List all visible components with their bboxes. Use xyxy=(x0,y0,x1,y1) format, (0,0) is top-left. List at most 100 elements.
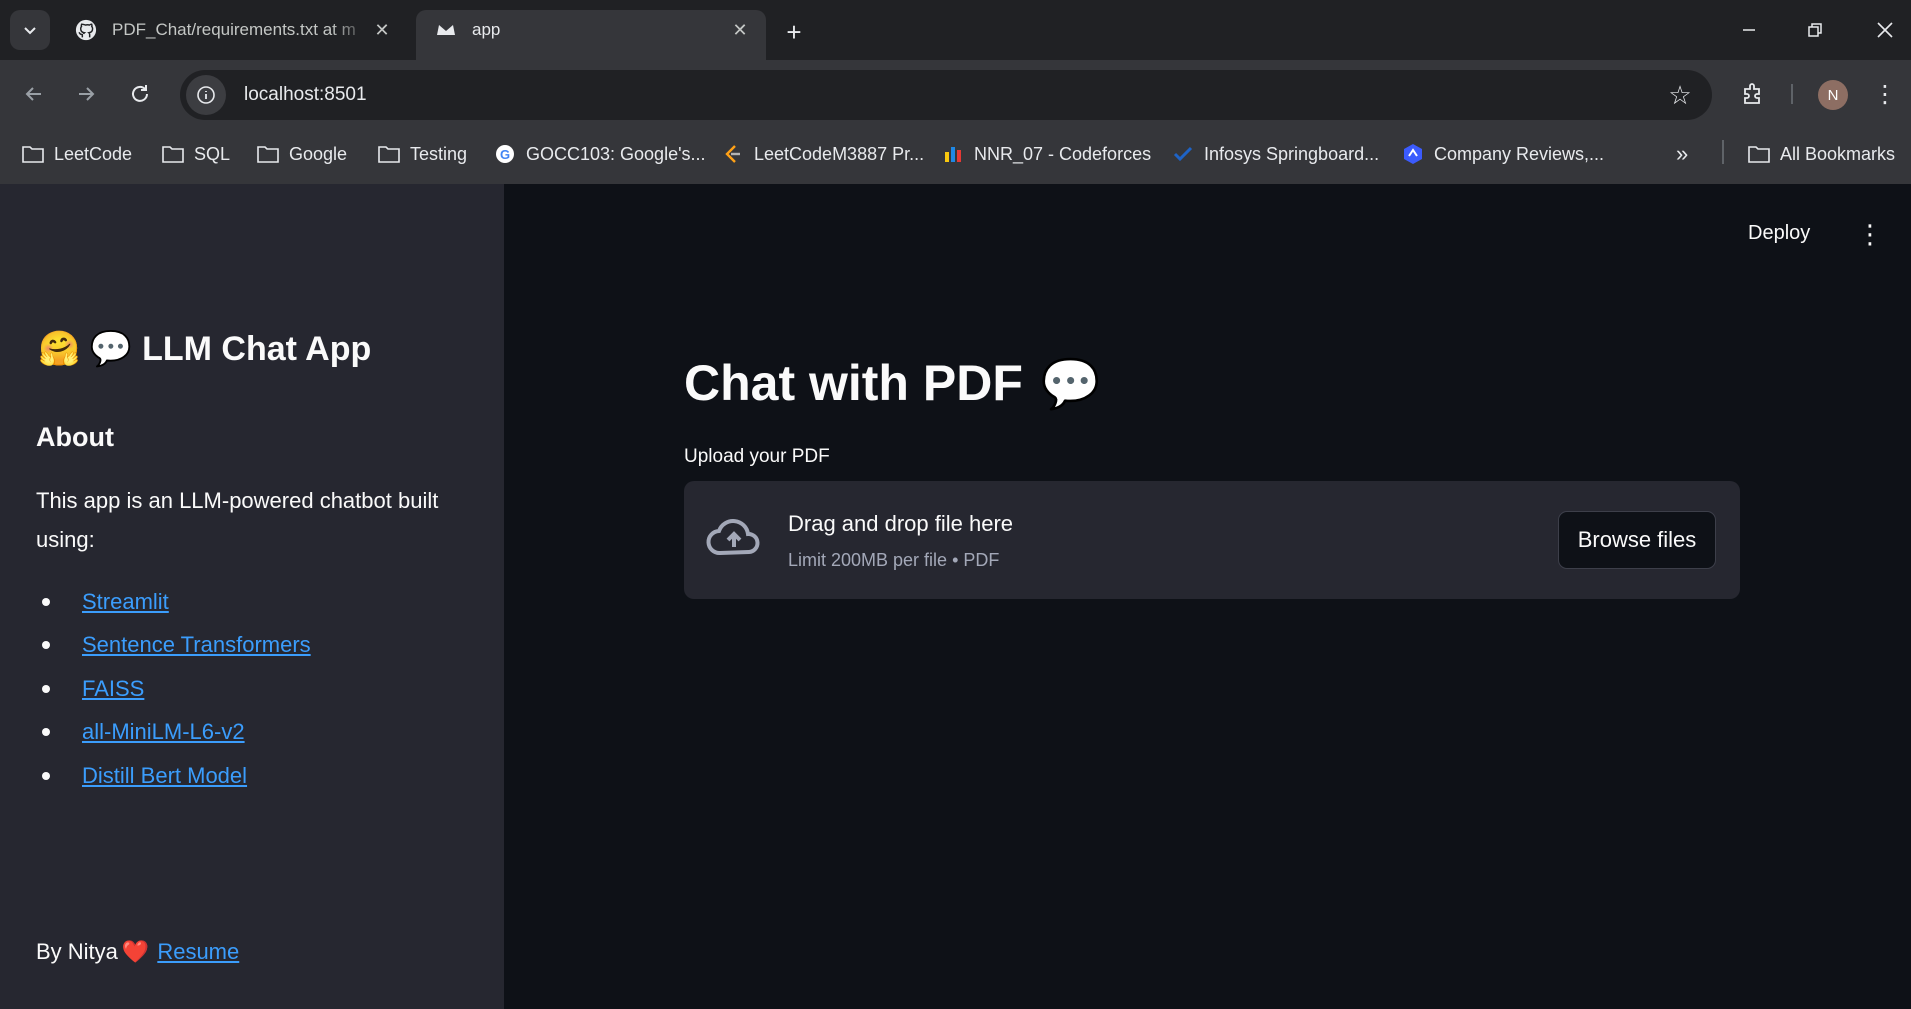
minimize-button[interactable] xyxy=(1714,0,1784,60)
reload-button[interactable] xyxy=(118,72,162,116)
folder-icon xyxy=(376,141,402,167)
chevron-down-icon xyxy=(24,27,36,35)
github-icon xyxy=(74,18,98,42)
streamlit-icon xyxy=(434,18,458,42)
close-icon xyxy=(1877,22,1893,38)
bookmark-label: Testing xyxy=(410,143,468,164)
speech-bubble-emoji: 💬 xyxy=(1040,357,1101,411)
footer-text: By Nitya xyxy=(36,939,118,964)
app-menu-icon[interactable]: ⋮ xyxy=(1857,214,1883,254)
dropzone-instructions: Drag and drop file here xyxy=(788,511,1014,536)
profile-avatar[interactable]: N xyxy=(1818,80,1848,110)
sidebar: 🤗 💬 LLM Chat App About This app is an LL… xyxy=(0,184,504,1009)
tab-title: app xyxy=(472,20,501,39)
all-bookmarks-label: All Bookmarks xyxy=(1780,143,1896,164)
folder-icon xyxy=(20,141,46,167)
page-title-text: Chat with PDF xyxy=(684,355,1023,411)
link-streamlit[interactable]: Streamlit xyxy=(82,589,169,615)
bookmark-label: GOCC103: Google's... xyxy=(526,143,706,164)
bullet xyxy=(42,684,50,693)
folder-icon xyxy=(255,141,281,167)
list-item: Streamlit xyxy=(36,580,311,624)
bookmark-item[interactable]: LeetCodeM3887 Pr... xyxy=(720,136,924,172)
upload-label: Upload your PDF xyxy=(684,446,830,467)
restore-icon xyxy=(1808,23,1822,37)
browser-tab-strip: PDF_Chat/requirements.txt at m ✕ app ✕ + xyxy=(0,0,1911,60)
bookmark-item[interactable]: G GOCC103: Google's... xyxy=(492,136,706,172)
close-tab-icon[interactable]: ✕ xyxy=(370,18,394,42)
svg-text:G: G xyxy=(500,147,510,162)
bookmark-label: Company Reviews,... xyxy=(1434,143,1605,164)
file-dropzone[interactable]: Drag and drop file here Limit 200MB per … xyxy=(684,481,1740,599)
all-bookmarks-button[interactable]: All Bookmarks xyxy=(1746,136,1895,172)
bookmark-item[interactable]: SQL xyxy=(160,136,230,172)
close-tab-icon[interactable]: ✕ xyxy=(728,18,752,42)
bookmark-label: Google xyxy=(289,143,348,164)
bookmark-label: Infosys Springboard... xyxy=(1204,143,1380,164)
tech-list: Streamlit Sentence Transformers FAISS al… xyxy=(36,580,311,798)
list-item: Sentence Transformers xyxy=(36,624,311,668)
deploy-button[interactable]: Deploy xyxy=(1748,222,1810,245)
link-faiss[interactable]: FAISS xyxy=(82,676,144,702)
arrow-left-icon xyxy=(25,87,41,101)
minimize-icon xyxy=(1743,29,1755,31)
bookmarks-divider xyxy=(1722,140,1724,164)
resume-link[interactable]: Resume xyxy=(157,939,239,965)
sidebar-title-text: LLM Chat App xyxy=(142,329,372,368)
bookmark-item[interactable]: NNR_07 - Codeforces xyxy=(940,136,1151,172)
bookmark-item[interactable]: LeetCode xyxy=(20,136,132,172)
folder-icon xyxy=(160,141,186,167)
about-heading: About xyxy=(36,422,114,452)
heart-emoji: ❤️ xyxy=(121,939,150,964)
google-icon: G xyxy=(492,141,518,167)
list-item: FAISS xyxy=(36,667,311,711)
infosys-icon xyxy=(1170,141,1196,167)
list-item: all-MiniLM-L6-v2 xyxy=(36,711,311,755)
tab-search-button[interactable] xyxy=(10,10,50,50)
back-button[interactable] xyxy=(12,72,56,116)
new-tab-button[interactable]: + xyxy=(776,14,812,50)
bookmark-label: SQL xyxy=(194,143,231,164)
dropzone-hint: Limit 200MB per file • PDF xyxy=(788,550,1000,570)
tab-app[interactable]: app ✕ xyxy=(416,10,766,60)
tab-github[interactable]: PDF_Chat/requirements.txt at m ✕ xyxy=(56,10,408,60)
ambitionbox-icon xyxy=(1400,141,1426,167)
link-sentence-transformers[interactable]: Sentence Transformers xyxy=(82,632,311,658)
sidebar-footer: By Nitya ❤️ Resume xyxy=(36,939,239,965)
link-distilbert[interactable]: Distill Bert Model xyxy=(82,763,247,789)
browse-files-button[interactable]: Browse files xyxy=(1558,511,1716,569)
toolbar-divider xyxy=(1791,84,1793,104)
list-item: Distill Bert Model xyxy=(36,754,311,798)
more-bookmarks-button[interactable]: » xyxy=(1676,136,1688,172)
bookmark-item[interactable]: Google xyxy=(255,136,347,172)
page-title: Chat with PDF 💬 xyxy=(684,354,1101,412)
tab-title: PDF_Chat/requirements.txt at m xyxy=(112,20,356,39)
url-text[interactable]: localhost:8501 xyxy=(244,84,1658,106)
forward-button[interactable] xyxy=(64,72,108,116)
bookmark-star-icon[interactable]: ☆ xyxy=(1658,73,1702,117)
bookmark-label: NNR_07 - Codeforces xyxy=(974,143,1152,164)
extensions-icon[interactable] xyxy=(1733,74,1773,114)
link-minilm[interactable]: all-MiniLM-L6-v2 xyxy=(82,719,245,745)
bullet xyxy=(42,771,50,780)
reload-icon xyxy=(132,85,148,102)
address-bar[interactable]: localhost:8501 ☆ xyxy=(180,70,1712,120)
site-info-icon[interactable] xyxy=(186,75,226,115)
bookmark-item[interactable]: Infosys Springboard... xyxy=(1170,136,1379,172)
bullet xyxy=(42,597,50,606)
hugging-face-emoji: 🤗 💬 xyxy=(38,330,133,368)
about-description: This app is an LLM-powered chatbot built… xyxy=(36,488,439,552)
main-content: Deploy ⋮ Chat with PDF 💬 Upload your PDF… xyxy=(504,184,1911,1009)
sidebar-title: 🤗 💬 LLM Chat App xyxy=(38,329,371,369)
bookmark-item[interactable]: Company Reviews,... xyxy=(1400,136,1604,172)
arrow-right-icon xyxy=(79,87,95,101)
browser-menu-icon[interactable]: ⋮ xyxy=(1870,74,1900,114)
leetcode-icon xyxy=(720,141,746,167)
bookmark-item[interactable]: Testing xyxy=(376,136,467,172)
bookmark-label: LeetCode xyxy=(54,143,133,164)
close-window-button[interactable] xyxy=(1850,0,1911,60)
bullet xyxy=(42,728,50,737)
restore-button[interactable] xyxy=(1780,0,1850,60)
codeforces-icon xyxy=(940,141,966,167)
bookmark-label: LeetCodeM3887 Pr... xyxy=(754,143,925,164)
